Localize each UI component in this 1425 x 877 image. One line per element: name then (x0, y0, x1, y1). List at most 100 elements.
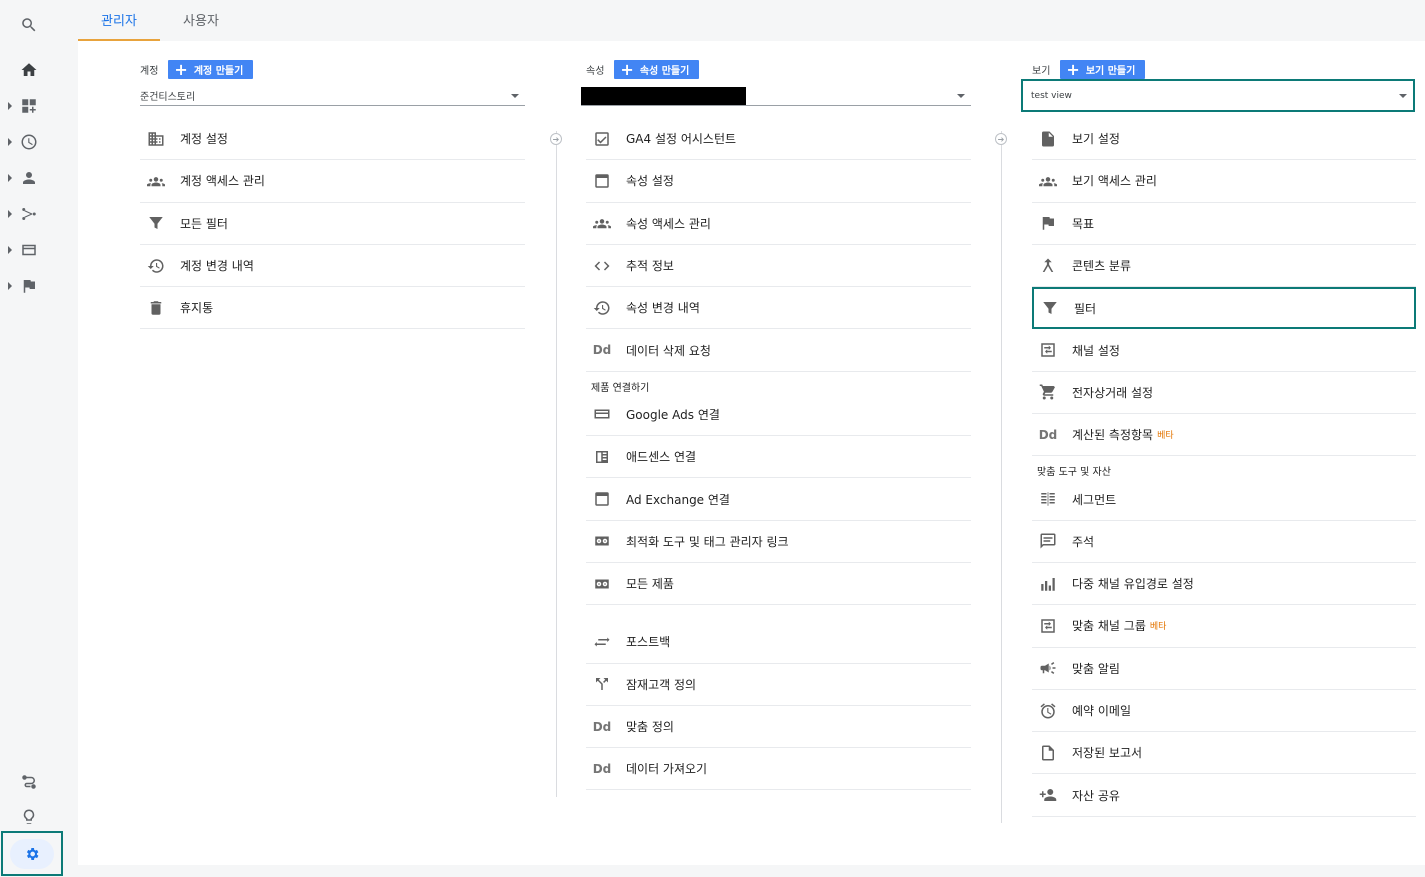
create-view-label: 보기 만들기 (1085, 66, 1136, 77)
home-button[interactable] (0, 54, 58, 86)
link-icon (592, 531, 612, 551)
account-selector[interactable]: 준건티스토리 (140, 86, 525, 106)
account-label: 계정 (140, 66, 159, 77)
item-label: 콘텐츠 분류 (1072, 259, 1132, 274)
discover-button[interactable] (0, 801, 58, 833)
data-import-item[interactable]: Dd 데이터 가져오기 (586, 748, 971, 791)
channel-settings-item[interactable]: 채널 설정 (1032, 329, 1416, 372)
create-property-button[interactable]: + 속성 만들기 (614, 60, 700, 79)
dropdown-arrow-icon (957, 94, 965, 98)
share-assets-item[interactable]: 자산 공유 (1032, 774, 1416, 817)
view-selected: test view (1031, 90, 1072, 101)
acquisition-button[interactable] (0, 198, 58, 230)
item-label: 속성 변경 내역 (626, 301, 700, 316)
history-icon (592, 298, 612, 318)
trash-item[interactable]: 휴지통 (140, 287, 525, 330)
custom-tools-section: 맞춤 도구 및 자산 (1037, 467, 1111, 479)
customization-button[interactable] (0, 90, 58, 122)
expand-caret-icon (8, 246, 12, 254)
item-label: 필터 (1074, 301, 1097, 316)
property-settings-item[interactable]: 속성 설정 (586, 160, 971, 203)
item-label: 전자상거래 설정 (1072, 385, 1154, 400)
calculated-metrics-item[interactable]: Dd 계산된 측정항목 베타 (1032, 414, 1416, 457)
item-label: Ad Exchange 연결 (626, 492, 730, 507)
left-nav-rail (0, 0, 63, 877)
home-icon (21, 63, 37, 76)
behavior-button[interactable] (0, 234, 58, 266)
property-menu: GA4 설정 어시스턴트 속성 설정 속성 액세스 관리 추적 정보 속성 변경… (586, 118, 971, 791)
account-settings-item[interactable]: 계정 설정 (140, 118, 525, 161)
dropdown-arrow-icon (511, 94, 519, 98)
filter-icon (146, 213, 166, 233)
adsense-icon (592, 447, 612, 467)
all-products-item[interactable]: 모든 제품 (586, 563, 971, 606)
search-button[interactable] (0, 9, 58, 41)
postback-item[interactable]: 포스트백 (586, 621, 971, 664)
goals-item[interactable]: 목표 (1032, 203, 1416, 245)
segments-item[interactable]: 세그먼트 (1032, 478, 1416, 521)
admin-button[interactable] (1, 831, 63, 876)
google-ads-link-item[interactable]: Google Ads 연결 (586, 394, 971, 437)
data-deletion-item[interactable]: Dd 데이터 삭제 요청 (586, 329, 971, 372)
audience-button[interactable] (0, 162, 58, 194)
item-label: 휴지통 (180, 301, 214, 316)
product-linking-section: 제품 연결하기 (591, 382, 650, 394)
tracking-info-item[interactable]: 추적 정보 (586, 245, 971, 288)
item-label: 맞춤 정의 (626, 720, 674, 734)
item-label: 맞춤 채널 그룹 (1072, 619, 1146, 634)
building-icon (146, 129, 166, 149)
plus-icon: + (620, 60, 634, 79)
property-access-item[interactable]: 속성 액세스 관리 (586, 203, 971, 245)
custom-alerts-item[interactable]: 맞춤 알림 (1032, 648, 1416, 690)
item-label: 추적 정보 (626, 259, 674, 274)
mcf-settings-item[interactable]: 다중 채널 유입경로 설정 (1032, 563, 1416, 606)
ad-exchange-link-item[interactable]: Ad Exchange 연결 (586, 478, 971, 521)
realtime-button[interactable] (0, 126, 58, 158)
fork-icon (592, 674, 612, 694)
dd-icon: Dd (592, 761, 612, 776)
audience-definitions-item[interactable]: 잠재고객 정의 (586, 664, 971, 706)
create-view-button[interactable]: + 보기 만들기 (1060, 60, 1146, 79)
top-tabs: 관리자 사용자 (78, 0, 1425, 41)
view-selector[interactable]: test view (1021, 79, 1415, 112)
custom-definitions-item[interactable]: Dd 맞춤 정의 (586, 706, 971, 749)
custom-channel-group-item[interactable]: 맞춤 채널 그룹 베타 (1032, 605, 1416, 648)
item-label: 세그먼트 (1072, 492, 1117, 507)
annotations-item[interactable]: 주석 (1032, 521, 1416, 563)
attribution-button[interactable] (0, 766, 58, 798)
dd-icon: Dd (1038, 427, 1058, 442)
create-property-label: 속성 만들기 (639, 66, 690, 77)
search-icon (22, 18, 36, 32)
all-filters-item[interactable]: 모든 필터 (140, 203, 525, 245)
content-grouping-item[interactable]: 콘텐츠 분류 (1032, 245, 1416, 288)
property-selector[interactable] (581, 86, 971, 106)
acquisition-icon (22, 208, 36, 220)
item-label: 계정 변경 내역 (180, 259, 254, 274)
item-label: 예약 이메일 (1072, 704, 1132, 718)
expand-caret-icon (8, 138, 12, 146)
filter-icon (1040, 298, 1060, 318)
item-label: 계산된 측정항목 (1072, 428, 1154, 443)
clock-icon (21, 134, 37, 150)
filters-item[interactable]: 필터 (1032, 287, 1416, 330)
item-label: 보기 설정 (1072, 132, 1120, 147)
tab-admin[interactable]: 관리자 (78, 0, 160, 41)
adsense-link-item[interactable]: 애드센스 연결 (586, 436, 971, 479)
view-settings-item[interactable]: 보기 설정 (1032, 118, 1416, 161)
saved-reports-item[interactable]: 저장된 보고서 (1032, 732, 1416, 775)
account-access-item[interactable]: 계정 액세스 관리 (140, 160, 525, 203)
dashboard-icon (22, 99, 36, 113)
item-label: 주석 (1072, 534, 1095, 549)
tab-user[interactable]: 사용자 (160, 0, 242, 41)
property-history-item[interactable]: 속성 변경 내역 (586, 287, 971, 330)
conversions-button[interactable] (0, 270, 58, 302)
ecommerce-settings-item[interactable]: 전자상거래 설정 (1032, 372, 1416, 415)
document-outline-icon (1038, 743, 1058, 763)
history-icon (146, 256, 166, 276)
account-history-item[interactable]: 계정 변경 내역 (140, 245, 525, 288)
scheduled-emails-item[interactable]: 예약 이메일 (1032, 690, 1416, 733)
optimize-tagmanager-link-item[interactable]: 최적화 도구 및 태그 관리자 링크 (586, 521, 971, 563)
ga4-setup-item[interactable]: GA4 설정 어시스턴트 (586, 118, 971, 161)
create-account-button[interactable]: + 계정 만들기 (168, 60, 254, 79)
view-access-item[interactable]: 보기 액세스 관리 (1032, 160, 1416, 203)
